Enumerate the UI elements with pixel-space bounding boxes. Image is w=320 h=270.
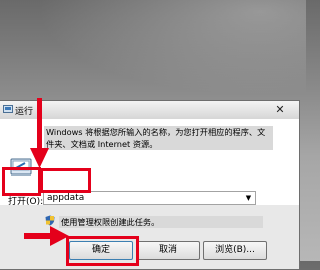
run-title-icon <box>3 105 13 113</box>
open-input[interactable]: appdata <box>47 193 84 203</box>
open-combobox[interactable]: appdata ▼ <box>43 191 256 205</box>
right-arrow-annotation <box>24 226 69 246</box>
dropdown-arrow-icon[interactable]: ▼ <box>243 193 254 203</box>
shield-icon <box>45 215 55 226</box>
down-arrow-annotation <box>30 98 49 168</box>
cancel-button[interactable]: 取消 <box>136 241 200 260</box>
desktop-background <box>0 0 306 110</box>
close-icon[interactable]: ✕ <box>273 103 287 116</box>
browse-button[interactable]: 浏览(B)... <box>203 241 267 260</box>
ok-button-highlight <box>66 236 139 266</box>
admin-note: 使用管理权限创建此任务。 <box>59 216 263 228</box>
open-label-highlight <box>2 167 41 196</box>
dialog-description: Windows 将根据您所输入的名称，为您打开相应的程序、文件夹、文档或 Int… <box>44 126 273 150</box>
input-highlight <box>40 168 91 193</box>
